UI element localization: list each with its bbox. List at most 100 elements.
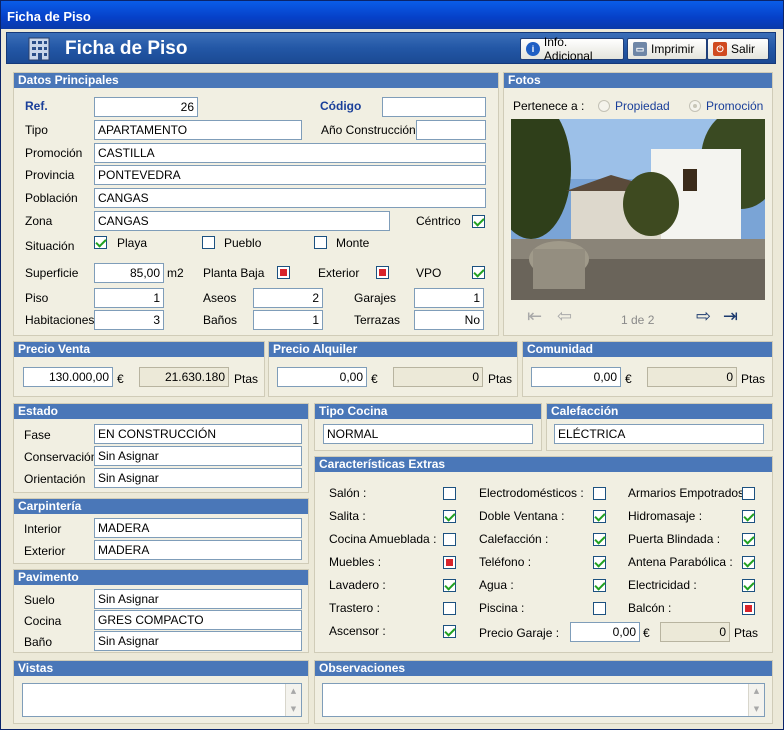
extra-checkbox[interactable] — [443, 510, 456, 523]
extra-label: Piscina : — [479, 601, 525, 615]
precio-garaje-field[interactable]: 0,00 — [570, 622, 640, 642]
garajes-field[interactable]: 1 — [414, 288, 484, 308]
scroll-up-icon[interactable]: ▲ — [749, 684, 764, 698]
suelo-field[interactable]: Sin Asignar — [94, 589, 302, 609]
observaciones-textarea[interactable]: ▲ ▼ — [322, 683, 765, 717]
superficie-field[interactable]: 85,00 — [94, 263, 164, 283]
extra-checkbox[interactable] — [593, 556, 606, 569]
extra-checkbox[interactable] — [443, 602, 456, 615]
precio-alquiler-euros-field[interactable]: 0,00 — [277, 367, 367, 387]
calefaccion-field[interactable]: ELÉCTRICA — [554, 424, 764, 444]
scroll-up-icon[interactable]: ▲ — [286, 684, 301, 698]
panel-header: Estado — [14, 404, 308, 419]
extra-checkbox[interactable] — [742, 602, 755, 615]
panel-header: Pavimento — [14, 570, 308, 585]
header-bar: Ficha de Piso i Info. Adicional ▭ Imprimir… — [6, 32, 776, 64]
extra-checkbox[interactable] — [443, 625, 456, 638]
tipo-field[interactable]: APARTAMENTO — [94, 120, 302, 140]
scroll-down-icon[interactable]: ▼ — [749, 702, 764, 716]
garajes-label: Garajes — [354, 291, 397, 305]
last-photo-icon[interactable]: ⇥ — [723, 306, 738, 327]
comunidad-euros-field[interactable]: 0,00 — [531, 367, 621, 387]
extra-checkbox[interactable] — [443, 487, 456, 500]
tipo-cocina-field[interactable]: NORMAL — [323, 424, 533, 444]
pueblo-checkbox[interactable] — [202, 236, 215, 249]
precio-alquiler-ptas-field: 0 — [393, 367, 483, 387]
aseos-field[interactable]: 2 — [253, 288, 323, 308]
provincia-field[interactable]: PONTEVEDRA — [94, 165, 486, 185]
anio-field[interactable] — [416, 120, 486, 140]
orientacion-field[interactable]: Sin Asignar — [94, 468, 302, 488]
poblacion-field[interactable]: CANGAS — [94, 188, 486, 208]
propiedad-radio[interactable] — [598, 100, 610, 112]
extra-checkbox[interactable] — [742, 487, 755, 500]
euro-symbol: € — [117, 372, 124, 386]
main-window: Ficha de Piso Ficha de Piso i Info. Adici… — [0, 0, 784, 730]
zona-field[interactable]: CANGAS — [94, 211, 390, 231]
extra-checkbox[interactable] — [593, 487, 606, 500]
first-photo-icon[interactable]: ⇤ — [527, 306, 542, 327]
banos-label: Baños — [203, 313, 238, 327]
interior-field[interactable]: MADERA — [94, 518, 302, 538]
extra-checkbox[interactable] — [443, 579, 456, 592]
extra-checkbox[interactable] — [443, 533, 456, 546]
vistas-textarea[interactable]: ▲ ▼ — [22, 683, 302, 717]
orientacion-label: Orientación — [24, 472, 86, 486]
extra-checkbox[interactable] — [593, 533, 606, 546]
situacion-label: Situación — [25, 239, 75, 253]
panel-header: Calefacción — [547, 404, 772, 419]
exit-button[interactable]: ⏻ Salir — [707, 38, 769, 60]
exterior-carp-field[interactable]: MADERA — [94, 540, 302, 560]
banos-field[interactable]: 1 — [253, 310, 323, 330]
panel-header: Precio Venta — [14, 342, 264, 357]
print-button[interactable]: ▭ Imprimir — [627, 38, 707, 60]
extra-label: Cocina Amueblada : — [329, 532, 437, 546]
next-photo-icon[interactable]: ⇨ — [696, 306, 711, 327]
extra-checkbox[interactable] — [742, 556, 755, 569]
interior-label: Interior — [24, 522, 62, 536]
vpo-label: VPO — [416, 266, 442, 280]
extra-label: Teléfono : — [479, 555, 532, 569]
conservacion-field[interactable]: Sin Asignar — [94, 446, 302, 466]
vpo-checkbox[interactable] — [472, 266, 485, 279]
extra-checkbox[interactable] — [742, 579, 755, 592]
extra-label: Hidromasaje : — [628, 509, 703, 523]
fase-label: Fase — [24, 428, 51, 442]
euro-symbol: € — [625, 372, 632, 386]
vistas-scrollbar[interactable]: ▲ ▼ — [285, 684, 301, 716]
observaciones-scrollbar[interactable]: ▲ ▼ — [748, 684, 764, 716]
terrazas-field[interactable]: No — [414, 310, 484, 330]
extra-checkbox[interactable] — [593, 579, 606, 592]
prev-photo-icon[interactable]: ⇦ — [557, 306, 572, 327]
panel-header: Vistas — [14, 661, 308, 676]
ref-field[interactable]: 26 — [94, 97, 198, 117]
codigo-field[interactable] — [382, 97, 486, 117]
info-adicional-button[interactable]: i Info. Adicional — [520, 35, 624, 63]
aseos-label: Aseos — [203, 291, 237, 305]
extra-checkbox[interactable] — [742, 510, 755, 523]
promocion-radio[interactable] — [689, 100, 701, 112]
extra-checkbox[interactable] — [742, 533, 755, 546]
extra-label: Doble Ventana : — [479, 509, 565, 523]
scroll-down-icon[interactable]: ▼ — [286, 702, 301, 716]
planta-baja-checkbox[interactable] — [277, 266, 290, 279]
exit-icon: ⏻ — [713, 42, 727, 56]
precio-venta-euros-field[interactable]: 130.000,00 — [23, 367, 113, 387]
building-icon — [28, 37, 50, 61]
cocina-pav-field[interactable]: GRES COMPACTO — [94, 610, 302, 630]
piso-field[interactable]: 1 — [94, 288, 164, 308]
extra-label: Muebles : — [329, 555, 382, 569]
centrico-checkbox[interactable] — [472, 215, 485, 228]
habitaciones-field[interactable]: 3 — [94, 310, 164, 330]
extra-checkbox[interactable] — [593, 602, 606, 615]
conservacion-label: Conservación — [24, 450, 98, 464]
panel-header: Comunidad — [523, 342, 772, 357]
extra-checkbox[interactable] — [443, 556, 456, 569]
exterior-checkbox[interactable] — [376, 266, 389, 279]
bano-pav-field[interactable]: Sin Asignar — [94, 631, 302, 651]
fase-field[interactable]: EN CONSTRUCCIÓN — [94, 424, 302, 444]
monte-checkbox[interactable] — [314, 236, 327, 249]
promocion-field[interactable]: CASTILLA — [94, 143, 486, 163]
extra-checkbox[interactable] — [593, 510, 606, 523]
playa-checkbox[interactable] — [94, 236, 107, 249]
